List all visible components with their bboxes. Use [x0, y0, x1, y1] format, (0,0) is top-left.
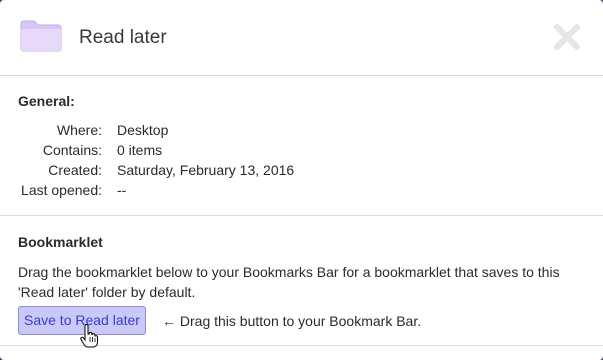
info-row-last-opened: Last opened: -- [0, 180, 603, 200]
close-icon[interactable] [552, 22, 582, 52]
info-row-created: Created: Saturday, February 13, 2016 [0, 160, 603, 180]
bookmarklet-hint: ← Drag this button to your Bookmark Bar. [162, 313, 422, 329]
info-row-where: Where: Desktop [0, 120, 603, 140]
info-value: 0 items [117, 142, 163, 158]
bookmarklet-description: Drag the bookmarklet below to your Bookm… [18, 264, 560, 300]
bookmarklet-heading: Bookmarklet [18, 234, 103, 250]
info-value: Desktop [117, 122, 169, 138]
folder-icon [20, 20, 62, 52]
general-section: General: Where: Desktop Contains: 0 item… [0, 76, 603, 216]
folder-info-dialog: Read later General: Where: Desktop Conta… [0, 0, 603, 360]
info-value: Saturday, February 13, 2016 [117, 162, 295, 178]
dialog-title: Read later [79, 27, 167, 48]
info-label: Contains: [42, 142, 102, 158]
info-label: Created: [48, 162, 102, 178]
info-label: Last opened: [21, 182, 102, 198]
hand-pointer-icon [80, 324, 98, 348]
general-heading: General: [18, 93, 75, 109]
dialog-header: Read later [0, 0, 603, 76]
info-value: -- [117, 182, 127, 198]
info-row-contains: Contains: 0 items [0, 140, 603, 160]
info-label: Where: [56, 122, 102, 138]
